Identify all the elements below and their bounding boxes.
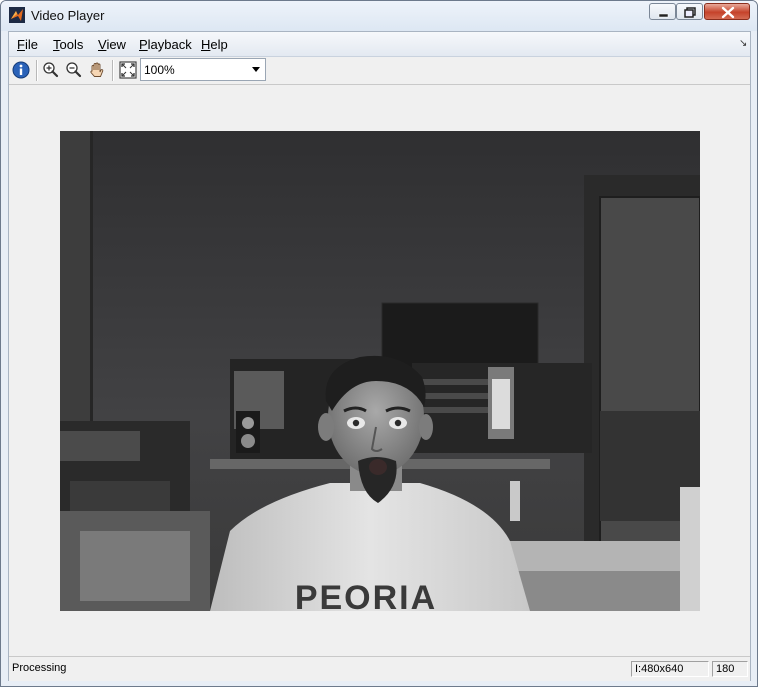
pan-button[interactable] [87,60,107,80]
title-bar[interactable]: Video Player [1,1,757,31]
info-icon [12,61,30,79]
menu-bar: File Tools View Playback Help ↘ [9,32,750,57]
minimize-button[interactable] [649,3,676,20]
frame-number-cell: 180 [712,661,748,677]
toolbar: 100% [9,57,750,85]
zoom-in-button[interactable] [41,60,61,80]
status-bar: Processing I:480x640 180 [9,656,750,681]
menu-help[interactable]: Help [201,37,228,52]
video-display-area: PEORIA [9,85,750,655]
zoom-out-button[interactable] [64,60,84,80]
close-button[interactable] [704,3,750,20]
status-text: Processing [12,662,67,674]
client-area: File Tools View Playback Help ↘ 100% PEO… [8,31,751,681]
shirt-text: PEORIA [295,579,437,611]
chevron-down-icon [252,67,260,72]
info-button[interactable] [11,60,31,80]
pan-hand-icon [90,62,104,77]
zoom-level-dropdown[interactable]: 100% [140,58,266,81]
zoom-level-value: 100% [144,63,175,77]
fit-to-window-button[interactable] [118,60,138,80]
minimize-icon [658,13,669,18]
frame-info-cell: I:480x640 [631,661,709,677]
zoom-out-icon [66,62,82,78]
window-title: Video Player [31,8,105,23]
fit-to-window-icon [119,61,137,79]
zoom-in-icon [43,62,59,78]
menu-tools[interactable]: Tools [53,37,83,52]
menu-playback[interactable]: Playback [139,37,192,52]
restore-icon [684,7,696,18]
video-frame: PEORIA [60,131,700,611]
menu-file[interactable]: File [17,37,38,52]
close-icon [721,6,735,19]
undock-arrow-icon[interactable]: ↘ [739,38,747,49]
toolbar-separator [112,60,114,81]
toolbar-separator [36,60,38,81]
maximize-button[interactable] [676,3,703,20]
matlab-logo-icon [9,7,25,23]
video-player-window: Video Player File Tools View Playback He… [0,0,758,687]
menu-view[interactable]: View [98,37,126,52]
